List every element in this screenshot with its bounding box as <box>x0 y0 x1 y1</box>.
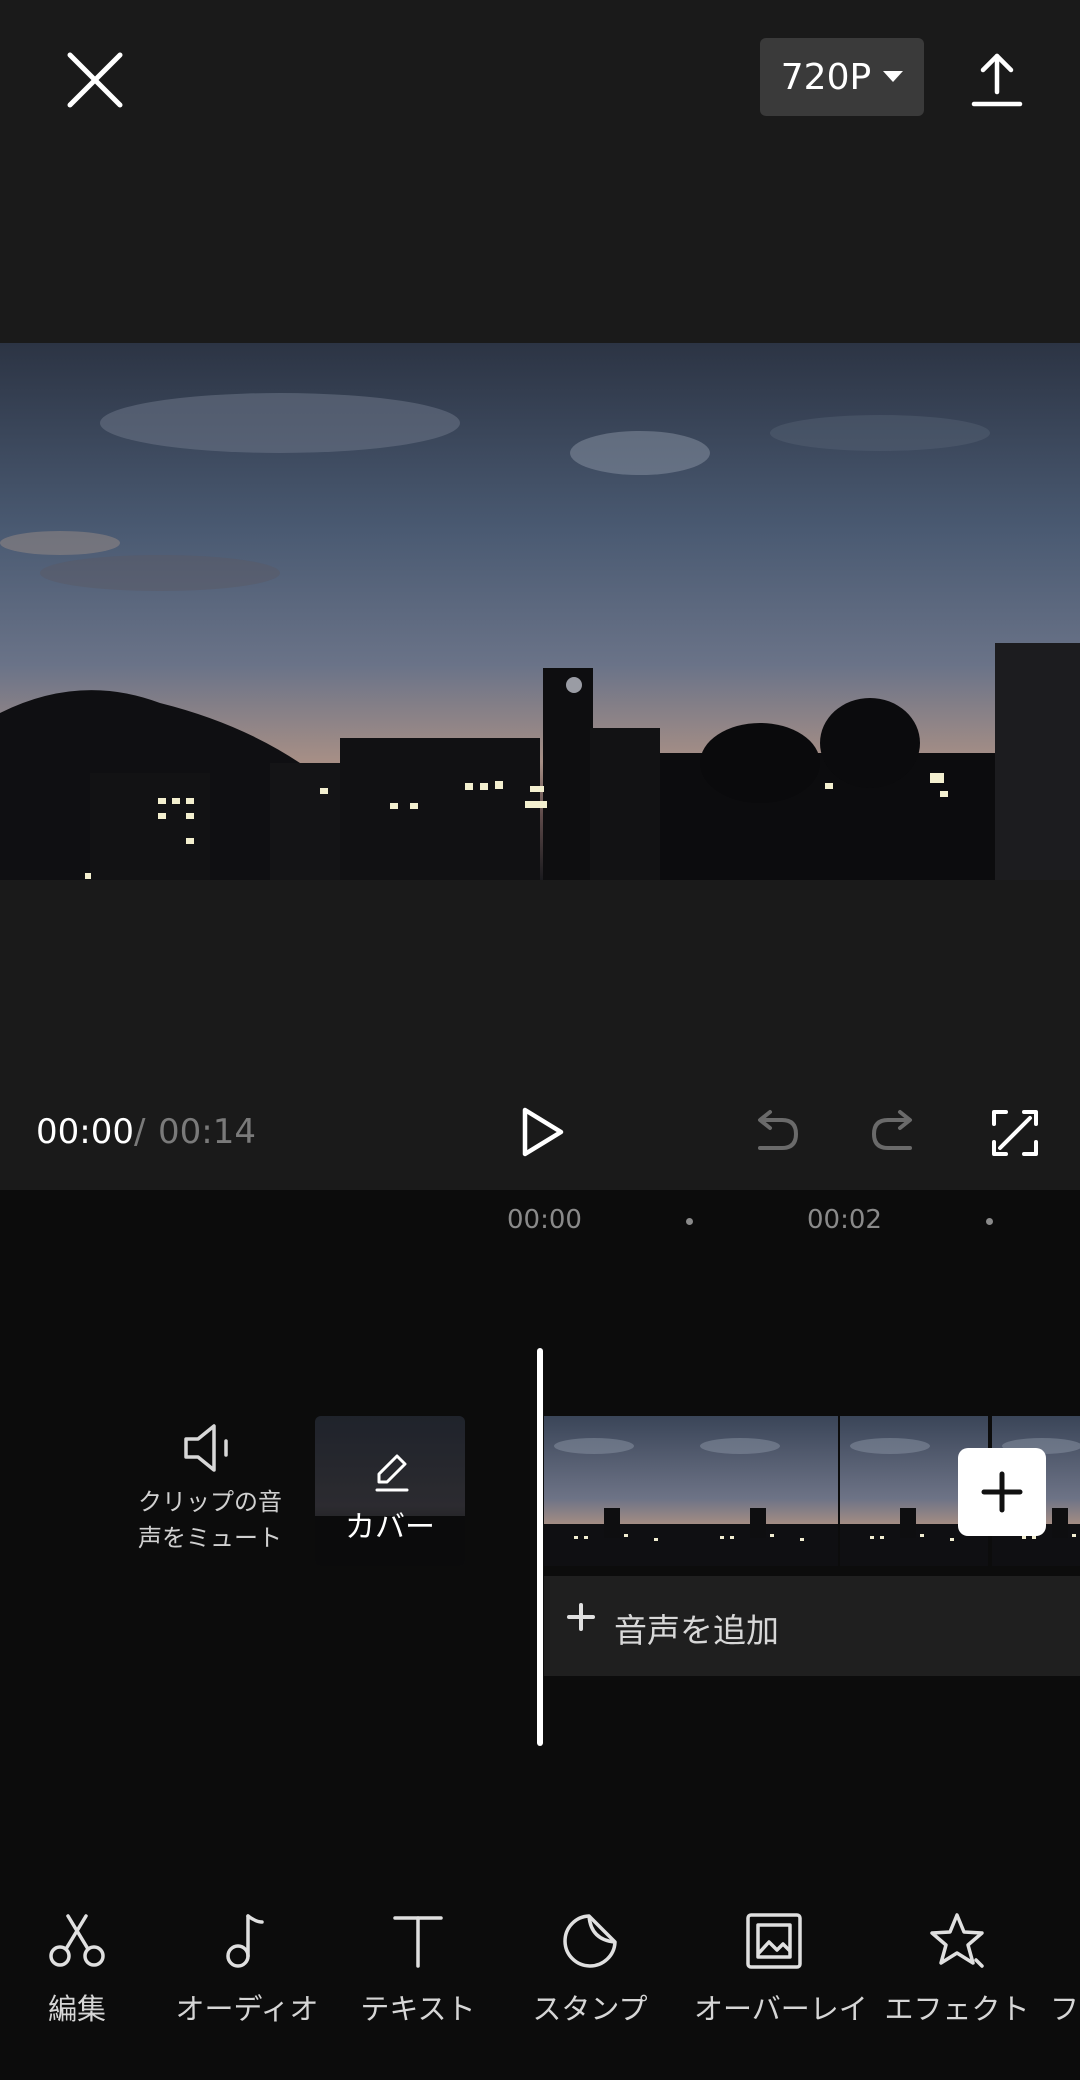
mute-label: クリップの音 声をミュート <box>138 1488 282 1552</box>
total-duration: 00:14 <box>158 1112 256 1152</box>
clip-thumbnail <box>690 1416 838 1566</box>
mute-clip-audio-button[interactable]: クリップの音 声をミュート <box>130 1420 290 1570</box>
music-note-icon <box>226 1914 264 1968</box>
cover-button[interactable]: カバー <box>315 1416 465 1566</box>
tool-label: テキスト <box>360 1992 476 2026</box>
effect-star-icon <box>930 1913 984 1968</box>
tool-label: フ <box>1050 1992 1080 2026</box>
undo-button[interactable] <box>748 1108 802 1158</box>
tool-audio[interactable]: オーディオ <box>167 1910 327 2028</box>
redo-icon <box>871 1110 912 1150</box>
redo-button[interactable] <box>868 1108 922 1158</box>
close-icon <box>67 52 123 108</box>
add-audio-button[interactable]: 音声を追加 <box>544 1576 1080 1676</box>
tool-label: オーバーレイ <box>694 1992 868 2026</box>
resolution-dropdown[interactable]: 720P <box>760 38 924 116</box>
upload-icon <box>971 53 1023 107</box>
undo-icon <box>758 1110 799 1150</box>
plus-icon <box>981 1471 1023 1513</box>
ruler-mark-1: 00:02 <box>807 1205 882 1235</box>
fullscreen-button[interactable] <box>990 1108 1040 1158</box>
tool-label: オーディオ <box>175 1992 319 2026</box>
scissors-icon <box>49 1914 105 1967</box>
add-clip-button[interactable] <box>958 1448 1046 1536</box>
text-icon <box>393 1916 443 1968</box>
resolution-label: 720P <box>780 56 872 98</box>
overlay-icon <box>746 1913 802 1969</box>
current-time: 00:00 <box>36 1112 134 1152</box>
close-button[interactable] <box>60 45 130 115</box>
video-preview[interactable] <box>0 343 1080 880</box>
clip-thumbnail <box>544 1416 692 1566</box>
play-icon <box>522 1107 564 1157</box>
add-audio-label: 音声を追加 <box>614 1611 779 1650</box>
tool-effect[interactable]: エフェクト <box>877 1910 1037 2028</box>
tool-label: 編集 <box>47 1992 106 2026</box>
ruler-dot <box>986 1218 993 1225</box>
plus-icon <box>567 1603 595 1631</box>
tool-label: エフェクト <box>884 1992 1030 2026</box>
video-frame-image <box>0 343 1080 880</box>
tool-label: スタンプ <box>532 1992 648 2026</box>
play-button[interactable] <box>515 1105 569 1159</box>
playhead[interactable] <box>537 1348 543 1746</box>
export-button[interactable] <box>966 48 1028 110</box>
cover-label: カバー <box>345 1510 435 1545</box>
ruler-mark-0: 00:00 <box>507 1205 582 1235</box>
time-separator: / <box>134 1112 146 1152</box>
tool-text[interactable]: テキスト <box>338 1910 498 2028</box>
tool-sticker[interactable]: スタンプ <box>510 1910 670 2028</box>
caret-down-icon <box>883 71 904 82</box>
speaker-icon <box>184 1424 228 1472</box>
tool-edit[interactable]: 編集 <box>0 1910 157 2028</box>
tool-filter[interactable]: フ <box>1050 1910 1080 2028</box>
sticker-icon <box>563 1914 617 1968</box>
filter-icon <box>1050 1910 1080 1972</box>
ruler-dot <box>686 1218 693 1225</box>
tool-overlay[interactable]: オーバーレイ <box>694 1910 868 2028</box>
fullscreen-icon <box>992 1110 1038 1156</box>
